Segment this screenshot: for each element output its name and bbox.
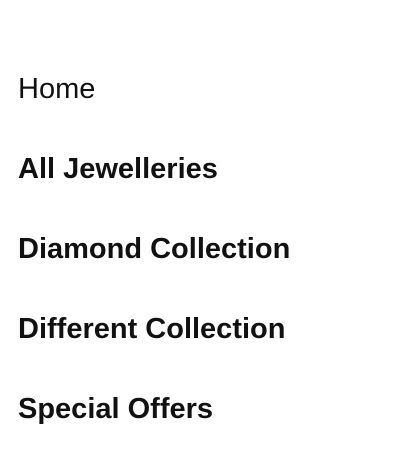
nav-item-special-offers: Special Offers — [18, 390, 290, 470]
nav-link-special-offers[interactable]: Special Offers — [18, 390, 213, 428]
nav-menu: Home All Jewelleries Diamond Collection … — [18, 70, 290, 470]
nav-item-home: Home — [18, 70, 290, 150]
nav-item-diamond-collection: Diamond Collection — [18, 230, 290, 310]
nav-item-different-collection: Different Collection — [18, 310, 290, 390]
nav-link-diamond-collection[interactable]: Diamond Collection — [18, 230, 290, 268]
nav-link-different-collection[interactable]: Different Collection — [18, 310, 285, 348]
nav-link-all-jewelleries[interactable]: All Jewelleries — [18, 150, 218, 188]
nav-link-home[interactable]: Home — [18, 70, 95, 108]
nav-item-all-jewelleries: All Jewelleries — [18, 150, 290, 230]
